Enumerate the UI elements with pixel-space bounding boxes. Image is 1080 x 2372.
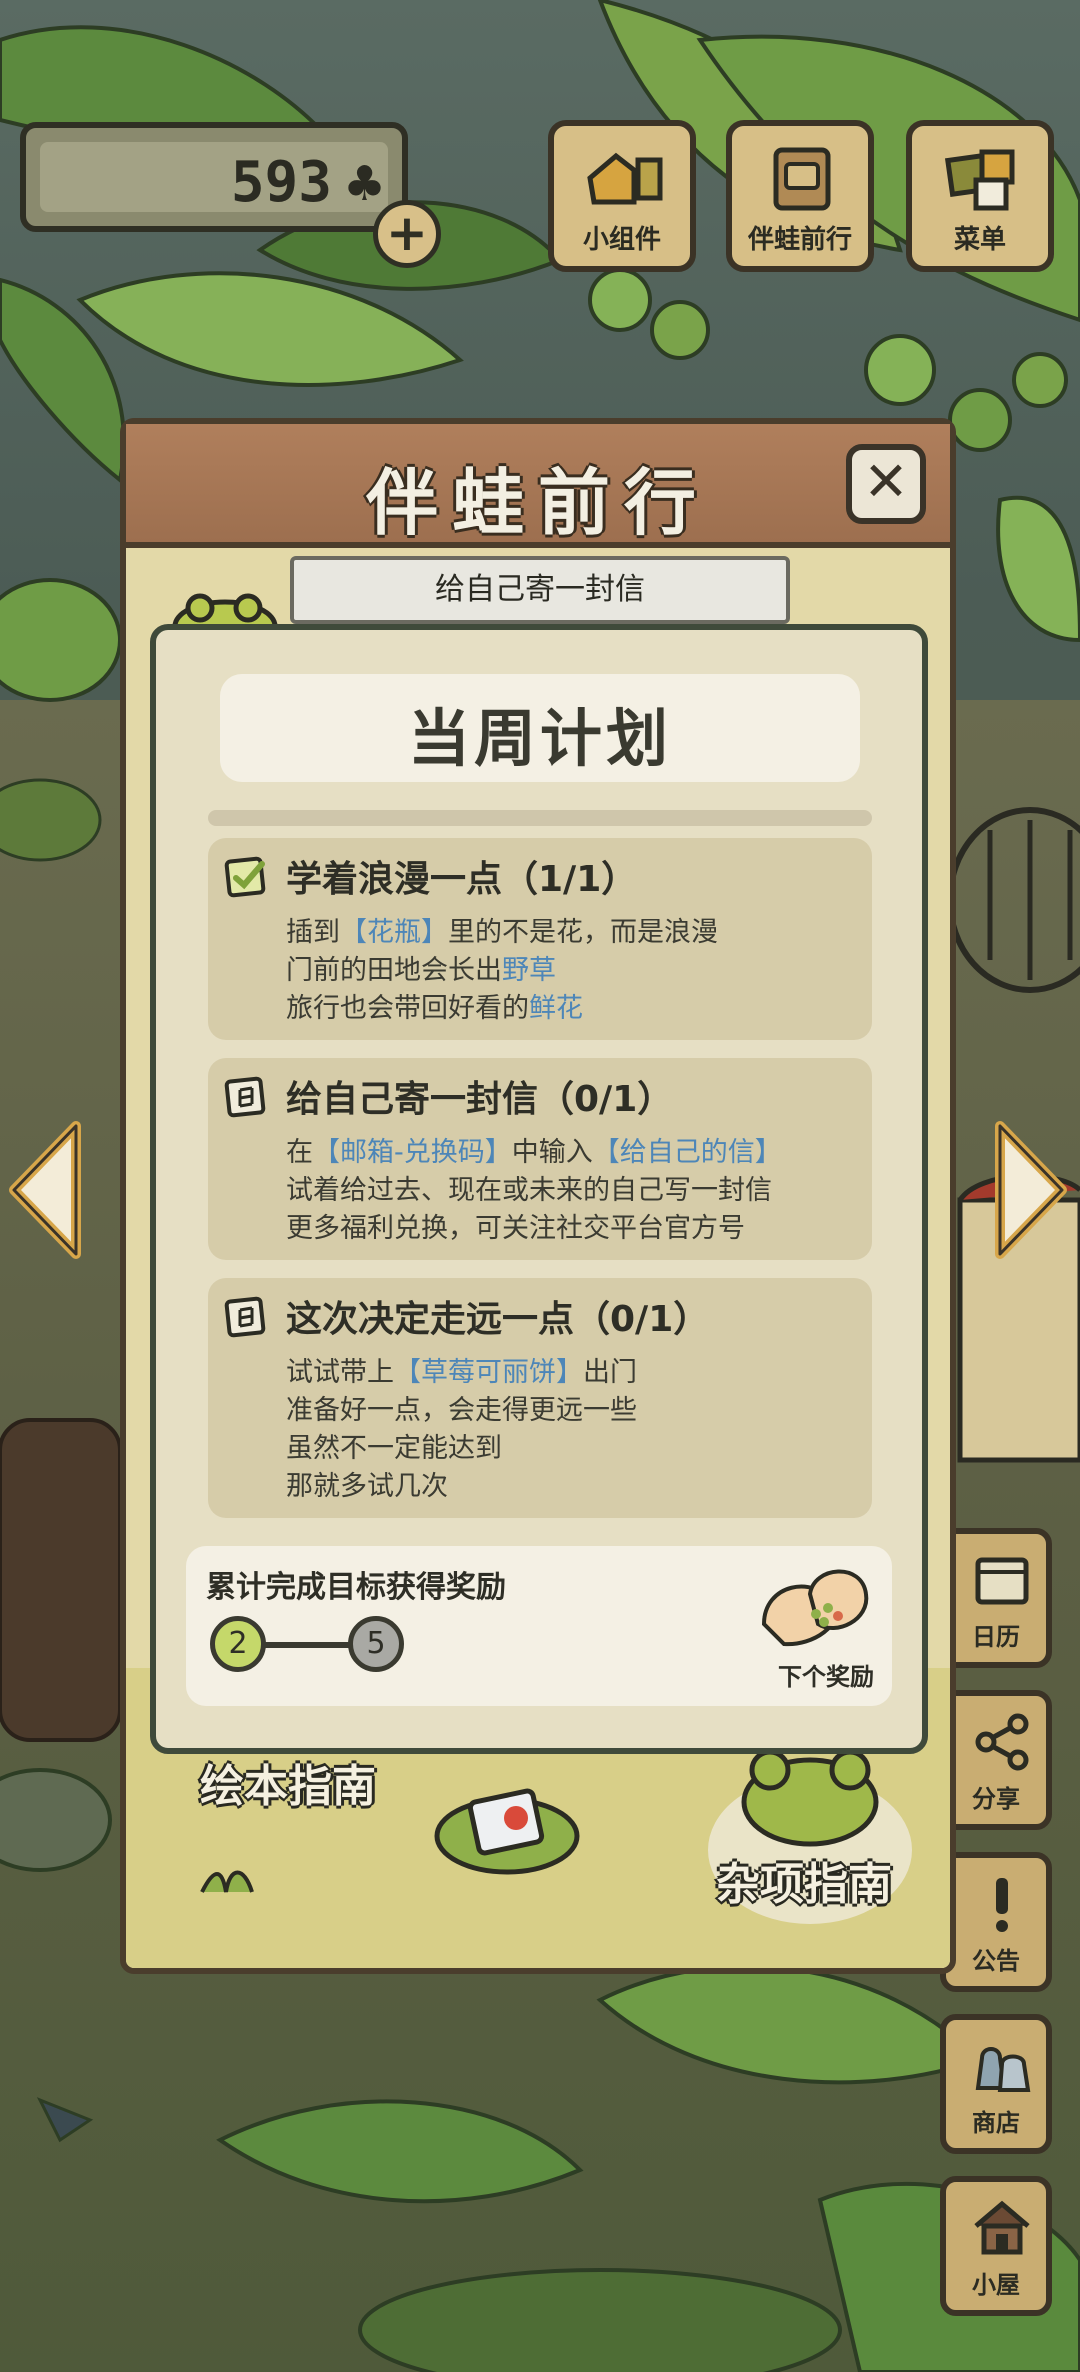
task-description-line: 准备好一点，会走得更远一些	[286, 1395, 637, 1426]
sprout-icon	[200, 1870, 254, 1893]
calendar-icon	[975, 1557, 1029, 1605]
shop-button[interactable]: 商店	[940, 2014, 1052, 2154]
plan-title-box: 当周计划	[220, 674, 860, 782]
task-title: 学着浪漫一点（1/1）	[286, 859, 638, 900]
close-button[interactable]: ✕	[846, 444, 926, 524]
panel-title: 伴蛙前行	[365, 461, 710, 545]
task-description-line: 在【邮箱-兑换码】中输入【给自己的信】	[286, 1137, 782, 1168]
task-description-line: 更多福利兑换，可关注社交平台官方号	[286, 1213, 745, 1244]
shop-label: 商店	[972, 2109, 1020, 2137]
weekly-plan-card: 当周计划 学着浪漫一点（1/1） 插到【花瓶】里的不是花，而是浪漫 门前的田地会…	[150, 624, 928, 1754]
task-banner[interactable]: 给自己寄一封信	[290, 556, 790, 624]
task-title: 这次决定走远一点（0/1）	[286, 1299, 710, 1340]
picture-book-guide-button[interactable]: 绘本指南	[200, 1750, 376, 1814]
share-button[interactable]: 分享	[940, 1690, 1052, 1830]
widget-icon	[587, 152, 663, 205]
widget-label: 小组件	[582, 225, 661, 255]
clover-counter: 593 ♣	[20, 122, 408, 232]
widget-button[interactable]: 小组件	[548, 120, 696, 272]
progress-goal-node: 5	[348, 1616, 404, 1672]
task-description-line: 旅行也会带回好看的鲜花	[286, 993, 583, 1024]
next-arrow-icon[interactable]	[990, 1120, 1070, 1260]
journal-icon	[773, 147, 831, 211]
menu-button[interactable]: 菜单	[906, 120, 1054, 272]
journey-label: 伴蛙前行	[747, 225, 852, 255]
task-item[interactable]: 学着浪漫一点（1/1） 插到【花瓶】里的不是花，而是浪漫 门前的田地会长出野草 …	[208, 838, 872, 1040]
plan-title: 当周计划	[407, 702, 672, 775]
clover-counter-inner	[40, 142, 388, 212]
progress-current-node: 2	[210, 1616, 266, 1672]
journey-button[interactable]: 伴蛙前行	[726, 120, 874, 272]
crepe-reward-icon[interactable]	[754, 1554, 874, 1654]
task-description-line: 虽然不一定能达到	[286, 1433, 502, 1464]
calendar-label: 日历	[972, 1623, 1020, 1651]
share-label: 分享	[972, 1785, 1020, 1813]
task-item[interactable]: 这次决定走远一点（0/1） 试试带上【草莓可丽饼】出门 准备好一点，会走得更远一…	[208, 1278, 872, 1518]
add-clover-button[interactable]: +	[373, 200, 441, 268]
task-item[interactable]: 给自己寄一封信（0/1） 在【邮箱-兑换码】中输入【给自己的信】 试着给过去、现…	[208, 1058, 872, 1260]
reward-progress-box: 累计完成目标获得奖励 2 5 下个奖励	[186, 1546, 892, 1706]
task-title: 给自己寄一封信（0/1）	[286, 1079, 674, 1120]
panel-header: 伴蛙前行 ✕	[126, 424, 950, 548]
menu-label: 菜单	[953, 225, 1006, 255]
calendar-button[interactable]: 日历	[940, 1528, 1052, 1668]
house-button[interactable]: 小屋	[940, 2176, 1052, 2316]
task-description-line: 那就多试几次	[286, 1471, 448, 1502]
shop-icon	[975, 2047, 1031, 2092]
house-label: 小屋	[972, 2271, 1020, 2299]
notice-icon	[996, 1878, 1008, 1932]
previous-arrow-icon[interactable]	[6, 1120, 86, 1260]
guide-book-icon	[434, 1788, 580, 1875]
task-description-line: 门前的田地会长出野草	[286, 955, 556, 986]
notice-button[interactable]: 公告	[940, 1852, 1052, 1992]
notice-label: 公告	[972, 1947, 1020, 1975]
task-description-line: 试着给过去、现在或未来的自己写一封信	[286, 1175, 772, 1206]
calendar-page-icon	[224, 1076, 266, 1118]
share-icon	[975, 1713, 1029, 1771]
task-description-line: 试试带上【草莓可丽饼】出门	[286, 1357, 637, 1388]
clover-count: 593	[230, 150, 332, 215]
house-icon	[974, 2200, 1030, 2255]
misc-guide-button[interactable]: 杂项指南	[716, 1848, 892, 1912]
calendar-page-icon	[224, 1296, 266, 1338]
next-reward-label: 下个奖励	[778, 1663, 874, 1691]
clover-icon: ♣	[342, 156, 386, 212]
task-description-line: 插到【花瓶】里的不是花，而是浪漫	[286, 917, 718, 948]
plan-divider	[208, 810, 872, 826]
menu-icon	[944, 149, 1015, 211]
checked-icon	[224, 856, 266, 898]
reward-title: 累计完成目标获得奖励	[206, 1570, 506, 1605]
